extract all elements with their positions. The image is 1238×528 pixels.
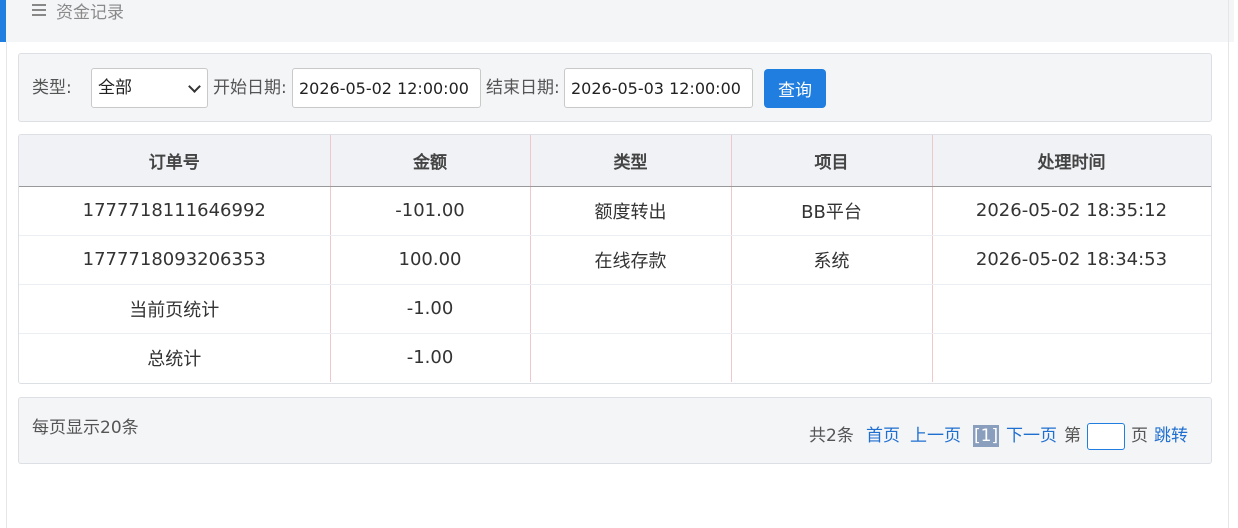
column-header-type: 类型 <box>530 135 732 187</box>
cell-summary-amount: -1.00 <box>330 284 531 334</box>
cell-total-amount: -1.00 <box>330 333 531 382</box>
type-select-value: 全部 <box>98 78 132 98</box>
page-suffix: 页 <box>1131 426 1148 446</box>
content-left-border <box>6 42 7 528</box>
column-header-item: 项目 <box>731 135 933 187</box>
cell-order-no: 1777718111646992 <box>19 186 331 236</box>
column-header-time: 处理时间 <box>932 135 1211 187</box>
records-table: 订单号 金额 类型 项目 处理时间 1777718111646992 -101.… <box>18 134 1212 384</box>
page-number-input[interactable] <box>1087 423 1125 450</box>
first-page-link[interactable]: 首页 <box>866 425 900 447</box>
content-right-border <box>1228 0 1229 528</box>
cell-amount: -101.00 <box>330 186 531 236</box>
pagination-bar: 每页显示20条 共2条 首页 上一页 [1] 下一页 第 页 跳转 <box>18 397 1212 464</box>
column-header-amount: 金额 <box>330 135 531 187</box>
table-row-total-summary: 总统计 -1.00 <box>19 333 1211 382</box>
table-row: 1777718111646992 -101.00 额度转出 BB平台 2026-… <box>19 186 1211 236</box>
cell-empty <box>731 284 933 334</box>
cell-summary-label: 当前页统计 <box>19 284 331 334</box>
header-accent-bar <box>0 0 6 42</box>
start-date-label: 开始日期: <box>213 78 287 98</box>
cell-type: 额度转出 <box>530 186 732 236</box>
hamburger-menu-icon <box>32 4 46 18</box>
page-header: 资金记录 <box>0 0 1234 42</box>
total-count: 共2条 <box>809 426 854 446</box>
page-title: 资金记录 <box>56 3 124 23</box>
current-page: [1] <box>973 425 1000 447</box>
query-button[interactable]: 查询 <box>764 69 826 108</box>
cell-empty <box>530 333 732 382</box>
column-header-order-no: 订单号 <box>19 135 331 187</box>
end-date-label: 结束日期: <box>486 78 560 98</box>
type-select[interactable]: 全部 <box>91 68 208 108</box>
cell-item: BB平台 <box>731 186 933 236</box>
cell-type: 在线存款 <box>530 235 732 285</box>
table-row: 1777718093206353 100.00 在线存款 系统 2026-05-… <box>19 235 1211 285</box>
cell-time: 2026-05-02 18:35:12 <box>932 186 1211 236</box>
cell-empty <box>731 333 933 382</box>
prev-page-link[interactable]: 上一页 <box>910 425 961 447</box>
cell-empty <box>932 333 1211 382</box>
cell-amount: 100.00 <box>330 235 531 285</box>
chevron-down-icon <box>188 80 201 93</box>
jump-link[interactable]: 跳转 <box>1154 425 1188 447</box>
table-header-row: 订单号 金额 类型 项目 处理时间 <box>19 135 1211 187</box>
end-date-input[interactable] <box>564 68 753 108</box>
per-page-text: 每页显示20条 <box>32 418 139 438</box>
cell-total-label: 总统计 <box>19 333 331 382</box>
cell-empty <box>932 284 1211 334</box>
cell-empty <box>530 284 732 334</box>
filter-bar: 类型: 全部 开始日期: 结束日期: 查询 <box>18 53 1212 122</box>
type-label: 类型: <box>32 78 72 98</box>
cell-item: 系统 <box>731 235 933 285</box>
start-date-input[interactable] <box>292 68 481 108</box>
next-page-link[interactable]: 下一页 <box>1006 425 1057 447</box>
cell-time: 2026-05-02 18:34:53 <box>932 235 1211 285</box>
page-prefix: 第 <box>1064 426 1081 446</box>
cell-order-no: 1777718093206353 <box>19 235 331 285</box>
table-row-page-summary: 当前页统计 -1.00 <box>19 284 1211 334</box>
